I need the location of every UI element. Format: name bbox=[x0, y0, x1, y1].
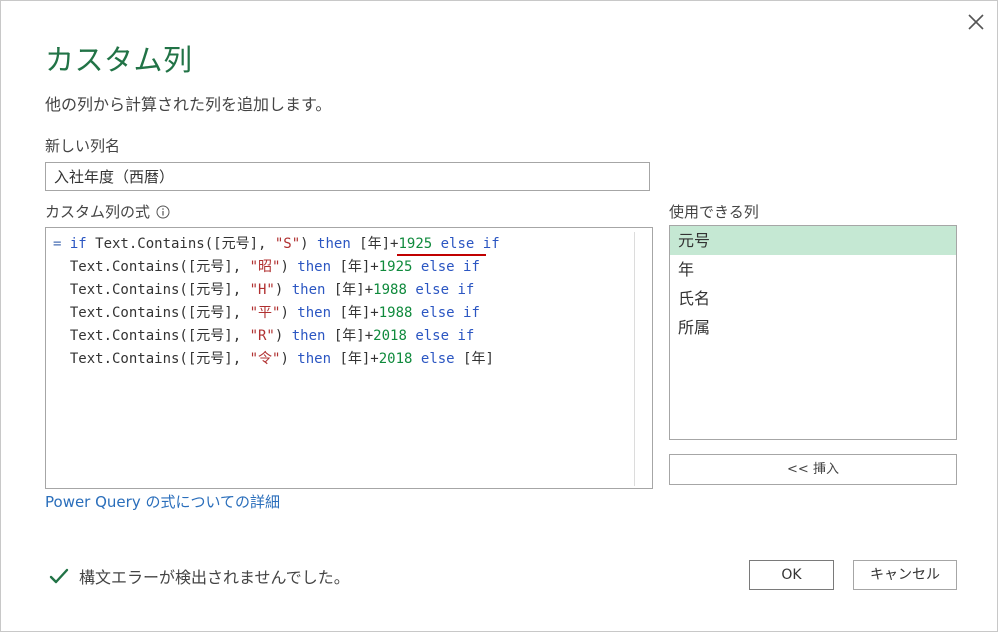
formula-token: [年]+ bbox=[331, 259, 379, 275]
formula-token: Text.Contains([元号], bbox=[86, 236, 275, 252]
dialog-subtitle: 他の列から計算された列を追加します。 bbox=[45, 95, 332, 114]
formula-token: then bbox=[297, 259, 332, 275]
new-column-name-label: 新しい列名 bbox=[45, 137, 121, 155]
formula-label-row: カスタム列の式 bbox=[45, 201, 170, 222]
available-columns-list[interactable]: 元号年氏名 所属 bbox=[669, 225, 957, 440]
formula-token: 2018 bbox=[373, 328, 407, 344]
formula-token: else if bbox=[420, 259, 480, 275]
formula-token: then bbox=[291, 282, 326, 298]
formula-line: = if Text.Contains([元号], "S") then [年]+1… bbox=[53, 233, 500, 256]
formula-token: Text.Contains([元号], bbox=[53, 282, 250, 298]
new-column-name-input[interactable] bbox=[45, 162, 650, 191]
formula-line: Text.Contains([元号], "R") then [年]+2018 e… bbox=[53, 325, 500, 348]
formula-token: ) bbox=[274, 282, 292, 298]
column-item[interactable]: 氏名 bbox=[670, 284, 956, 313]
status-text: 構文エラーが検出されませんでした。 bbox=[79, 568, 350, 587]
syntax-status: 構文エラーが検出されませんでした。 bbox=[49, 564, 350, 588]
custom-column-dialog: カスタム列 他の列から計算された列を追加します。 新しい列名 カスタム列の式 =… bbox=[0, 0, 998, 632]
info-icon[interactable] bbox=[156, 205, 170, 219]
cancel-button[interactable]: キャンセル bbox=[853, 560, 957, 590]
formula-token: ) bbox=[280, 259, 298, 275]
formula-token: "平" bbox=[249, 305, 281, 321]
formula-token: 1925 bbox=[398, 236, 433, 252]
formula-token: ) bbox=[274, 328, 292, 344]
power-query-help-link[interactable]: Power Query の式についての詳細 bbox=[45, 491, 280, 512]
formula-token: [年] bbox=[454, 351, 494, 367]
formula-token: [年]+ bbox=[325, 282, 374, 298]
error-squiggle bbox=[397, 254, 486, 256]
check-icon bbox=[49, 568, 69, 584]
available-columns-label: 使用できる列 bbox=[669, 203, 759, 221]
formula-token: "令" bbox=[249, 351, 281, 367]
formula-token: [年]+ bbox=[331, 305, 379, 321]
formula-token: "R" bbox=[249, 328, 275, 344]
dialog-title: カスタム列 bbox=[45, 43, 193, 77]
formula-token bbox=[412, 351, 420, 367]
formula-token: 1988 bbox=[378, 305, 413, 321]
formula-token: then bbox=[297, 305, 332, 321]
formula-label: カスタム列の式 bbox=[45, 203, 151, 221]
formula-token: Text.Contains([元号], bbox=[53, 351, 250, 367]
formula-token: [年]+ bbox=[350, 236, 399, 252]
formula-token: = bbox=[53, 236, 70, 252]
close-icon bbox=[968, 14, 984, 30]
close-button[interactable] bbox=[963, 9, 989, 35]
formula-token: then bbox=[317, 236, 351, 252]
formula-token: "H" bbox=[249, 282, 275, 298]
formula-token: else if bbox=[415, 282, 475, 298]
formula-token bbox=[412, 305, 420, 321]
formula-token: else if bbox=[440, 236, 500, 252]
ok-button[interactable]: OK bbox=[749, 560, 834, 590]
formula-token bbox=[412, 259, 420, 275]
column-item[interactable]: 所属 bbox=[670, 313, 956, 342]
formula-token: ) bbox=[280, 351, 298, 367]
formula-line: Text.Contains([元号], "平") then [年]+1988 e… bbox=[53, 302, 500, 325]
formula-token: Text.Contains([元号], bbox=[53, 259, 250, 275]
formula-token: ) bbox=[280, 305, 298, 321]
formula-editor[interactable]: = if Text.Contains([元号], "S") then [年]+1… bbox=[45, 227, 653, 489]
formula-token: 1925 bbox=[378, 259, 413, 275]
formula-token: [年]+ bbox=[331, 351, 379, 367]
formula-token: "S" bbox=[274, 236, 301, 252]
column-item[interactable]: 年 bbox=[670, 255, 956, 284]
formula-token: "昭" bbox=[249, 259, 281, 275]
formula-token: Text.Contains([元号], bbox=[53, 328, 250, 344]
formula-token: [年]+ bbox=[325, 328, 374, 344]
formula-token bbox=[432, 236, 440, 252]
formula-token: else if bbox=[420, 305, 480, 321]
formula-token: 1988 bbox=[373, 282, 407, 298]
formula-token: then bbox=[291, 328, 326, 344]
formula-line: Text.Contains([元号], "令") then [年]+2018 e… bbox=[53, 348, 500, 371]
formula-token: if bbox=[69, 236, 87, 252]
formula-token: Text.Contains([元号], bbox=[53, 305, 250, 321]
formula-scrollbar[interactable] bbox=[634, 232, 651, 486]
insert-button[interactable]: << 挿入 bbox=[669, 454, 957, 485]
column-item[interactable]: 元号 bbox=[670, 226, 956, 255]
formula-token: then bbox=[297, 351, 332, 367]
formula-token: 2018 bbox=[378, 351, 413, 367]
formula-token: else bbox=[420, 351, 455, 367]
formula-line: Text.Contains([元号], "昭") then [年]+1925 e… bbox=[53, 256, 500, 279]
formula-token: ) bbox=[300, 236, 318, 252]
formula-token: else if bbox=[415, 328, 475, 344]
formula-line: Text.Contains([元号], "H") then [年]+1988 e… bbox=[53, 279, 500, 302]
